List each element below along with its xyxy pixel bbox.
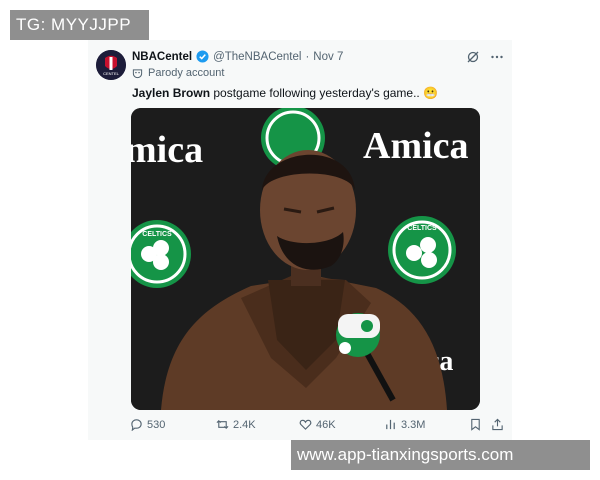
tweet-text-bold: Jaylen Brown xyxy=(132,86,211,100)
backdrop-text-left: mica xyxy=(131,129,203,171)
parody-label-text: Parody account xyxy=(148,67,225,79)
mask-icon xyxy=(132,68,143,78)
avatar[interactable]: CENTEL xyxy=(96,50,126,80)
press-conference-photo: mica Amica ca CELTICS CELTICS xyxy=(131,108,480,410)
action-bar: 530 2.4K 46K 3.3M xyxy=(130,418,510,436)
views-chart-icon xyxy=(386,419,395,430)
verified-badge-icon xyxy=(196,50,209,63)
reply-icon xyxy=(131,419,142,431)
repost-button[interactable]: 2.4K xyxy=(216,418,256,431)
tweet-media-photo[interactable]: mica Amica ca CELTICS CELTICS xyxy=(131,108,480,410)
like-button[interactable]: 46K xyxy=(299,418,336,431)
tweet-card[interactable]: CENTEL NBACentel @TheNBACentel · Nov 7 P… xyxy=(88,40,512,440)
share-button[interactable] xyxy=(491,418,504,431)
separator: · xyxy=(305,50,310,63)
parody-label: Parody account xyxy=(132,67,224,79)
author-name[interactable]: NBACentel xyxy=(132,51,192,63)
heart-icon xyxy=(299,419,312,430)
tweet-header: NBACentel @TheNBACentel · Nov 7 xyxy=(132,50,343,63)
reply-count: 530 xyxy=(147,418,166,431)
celtics-logo-right: CELTICS xyxy=(388,216,456,284)
celtics-logo-left-text: CELTICS xyxy=(142,231,172,238)
more-options-icon[interactable] xyxy=(490,50,504,64)
avatar-text: CENTEL xyxy=(103,71,120,76)
view-count: 3.3M xyxy=(401,418,426,431)
reply-button[interactable]: 530 xyxy=(130,418,165,431)
repost-count: 2.4K xyxy=(233,418,256,431)
repost-icon xyxy=(216,419,229,430)
bookmark-icon xyxy=(471,418,480,431)
share-icon xyxy=(492,418,503,431)
tweet-text: Jaylen Brown postgame following yesterda… xyxy=(132,86,438,100)
views-button[interactable]: 3.3M xyxy=(384,418,425,431)
watermark-top: TG: MYYJJPP xyxy=(10,10,149,40)
backdrop-text-right: Amica xyxy=(363,125,469,167)
celtics-logo-right-text: CELTICS xyxy=(407,225,437,232)
bookmark-button[interactable] xyxy=(469,418,482,431)
watermark-bottom: www.app-tianxingsports.com xyxy=(291,440,590,470)
tweet-date[interactable]: Nov 7 xyxy=(313,51,343,63)
like-count: 46K xyxy=(316,418,336,431)
grok-icon[interactable] xyxy=(466,50,480,64)
tweet-text-rest: postgame following yesterday's game.. 😬 xyxy=(210,86,439,100)
author-handle[interactable]: @TheNBACentel xyxy=(213,51,301,63)
